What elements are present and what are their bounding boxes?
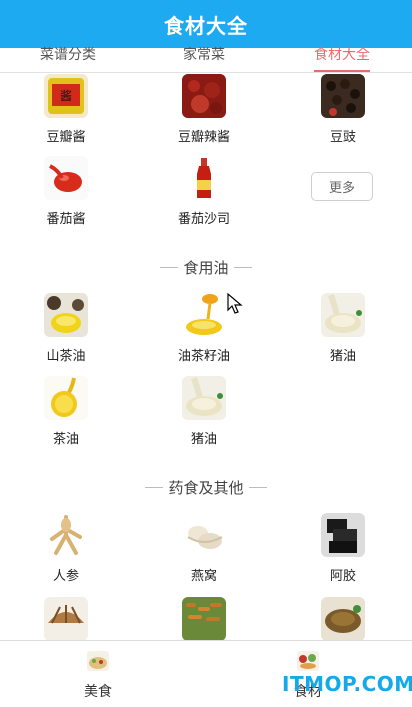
ingredient-item[interactable]: 豆豉 (283, 74, 403, 145)
chili-paste-icon (182, 74, 226, 118)
ingredient-item[interactable] (144, 597, 264, 640)
page-title: 食材大全 (164, 13, 248, 38)
ingredient-item[interactable]: 人参 (6, 513, 126, 584)
ingredient-item[interactable]: 番茄酱 (6, 156, 126, 227)
ingredient-label: 山茶油 (46, 349, 86, 364)
camellia-oil-icon (44, 293, 88, 337)
tab-label: 菜谱分类 (40, 47, 96, 63)
ingredients-icon (297, 651, 319, 671)
lingzhi-icon (321, 597, 365, 640)
tea-oil-icon (44, 376, 88, 420)
birds-nest-icon (182, 513, 226, 557)
ingredients-list[interactable]: 酱 豆瓣酱 豆瓣辣酱 豆豉 番茄酱 番茄沙司 更多 食用油 山茶油 油茶籽油 猪… (0, 73, 412, 640)
ingredient-label: 豆瓣酱 (46, 130, 86, 145)
ingredient-label: 番茄沙司 (177, 212, 230, 227)
divider (248, 486, 267, 488)
ginseng-icon (44, 513, 88, 557)
tab-label: 食材大全 (314, 47, 370, 63)
more-button[interactable]: 更多 (311, 172, 373, 201)
ingredient-label: 番茄酱 (46, 212, 86, 227)
tab-label: 家常菜 (183, 47, 225, 63)
dried-mushroom-icon (44, 597, 88, 640)
ingredient-label: 猪油 (190, 432, 217, 447)
fermented-beans-icon (321, 74, 365, 118)
section-title-medicinal-food: 药食及其他 (0, 475, 412, 499)
tab-home-cooking[interactable]: 家常菜 (183, 44, 225, 73)
ingredient-item[interactable]: 山茶油 (6, 293, 126, 364)
ingredient-item[interactable]: 豆瓣辣酱 (144, 74, 264, 145)
divider (233, 266, 252, 268)
section-title-text: 食用油 (183, 258, 229, 277)
ingredient-label: 豆瓣辣酱 (177, 130, 230, 145)
ingredient-label: 人参 (52, 569, 79, 584)
app-header: 食材大全 (0, 0, 412, 48)
ingredient-item[interactable]: 番茄沙司 (144, 156, 264, 227)
ingredient-item[interactable]: 阿胶 (283, 513, 403, 584)
watermark: ITMOP.COM (282, 672, 412, 696)
ingredient-label: 豆豉 (329, 130, 356, 145)
divider (145, 486, 164, 488)
more-button-label: 更多 (328, 181, 355, 196)
ingredient-item[interactable]: 燕窝 (144, 513, 264, 584)
ingredient-label: 茶油 (52, 432, 79, 447)
donkey-hide-gelatin-icon (321, 513, 365, 557)
ingredient-item[interactable]: 茶油 (6, 376, 126, 447)
nav-item-food[interactable]: 美食 (38, 651, 158, 701)
tea-seed-oil-icon (182, 293, 226, 337)
ingredient-item[interactable] (6, 597, 126, 640)
ingredient-label: 阿胶 (329, 569, 356, 584)
cordyceps-icon (182, 597, 226, 640)
ingredient-label: 燕窝 (190, 569, 217, 584)
lard-icon (182, 376, 226, 420)
category-tabs: 菜谱分类 家常菜 食材大全 (0, 47, 412, 73)
food-icon (87, 651, 109, 671)
ingredient-item[interactable]: 油茶籽油 (144, 293, 264, 364)
nav-label: 美食 (84, 684, 112, 700)
ingredient-label: 油茶籽油 (177, 349, 230, 364)
section-title-text: 药食及其他 (168, 478, 244, 497)
ingredient-label: 猪油 (329, 349, 356, 364)
ingredient-item[interactable]: 猪油 (283, 293, 403, 364)
active-tab-indicator (314, 70, 370, 72)
divider (160, 266, 179, 268)
ingredient-item[interactable]: 酱 豆瓣酱 (6, 74, 126, 145)
lard-icon (321, 293, 365, 337)
section-title-cooking-oil: 食用油 (0, 255, 412, 279)
mouse-cursor-icon (227, 293, 243, 314)
ingredient-item[interactable] (283, 597, 403, 640)
svg-text:酱: 酱 (60, 88, 72, 103)
ingredient-item[interactable]: 猪油 (144, 376, 264, 447)
tomato-sauce-bottle-icon (182, 156, 226, 200)
tab-recipe-categories[interactable]: 菜谱分类 (40, 44, 96, 73)
ketchup-icon (44, 156, 88, 200)
tab-ingredients[interactable]: 食材大全 (314, 44, 370, 73)
doubanjiang-jar-icon: 酱 (44, 74, 88, 118)
